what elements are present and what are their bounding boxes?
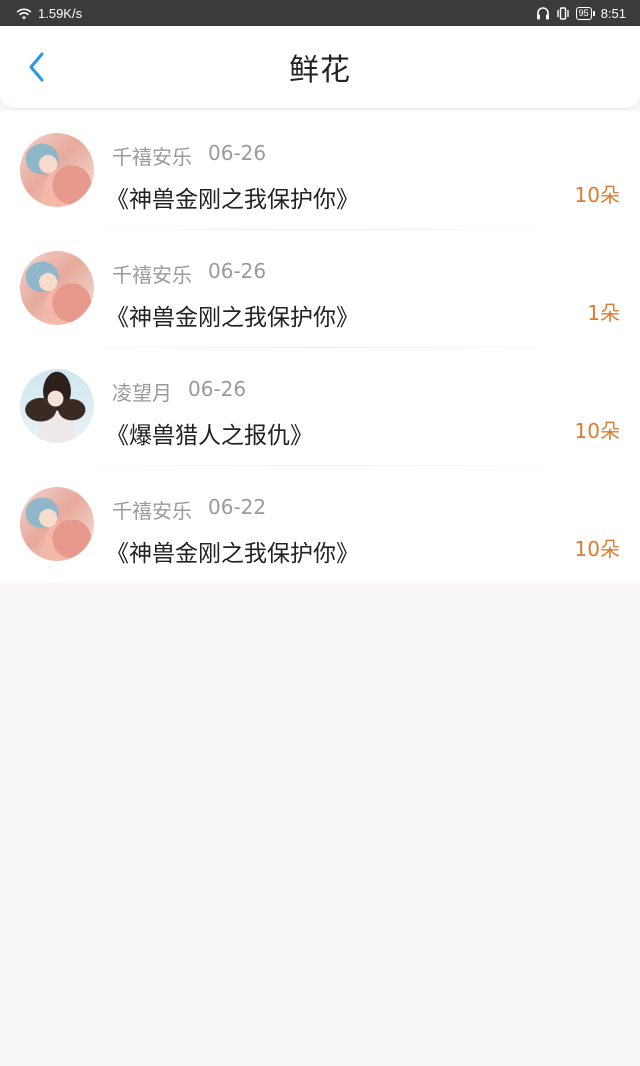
username: 千禧安乐 [112, 145, 192, 169]
book-title: 《神兽金刚之我保护你》 [106, 305, 359, 331]
chevron-left-icon [29, 52, 44, 82]
wifi-icon [16, 7, 32, 20]
item-body: 千禧安乐 06-22 《神兽金刚之我保护你》 10朵 [106, 465, 620, 583]
battery-cap [592, 10, 595, 16]
list-item[interactable]: 千禧安乐 06-26 《神兽金刚之我保护你》 10朵 [0, 111, 640, 229]
header: 鲜花 [0, 26, 640, 108]
battery-icon: 95 [575, 6, 595, 20]
back-button[interactable] [22, 47, 52, 87]
flower-count: 1朵 [587, 301, 620, 325]
item-meta: 凌望月 06-26 [112, 377, 620, 406]
status-left: 1.59K/s [16, 6, 82, 21]
item-body: 千禧安乐 06-26 《神兽金刚之我保护你》 10朵 [106, 111, 620, 229]
list-item[interactable]: 千禧安乐 06-22 《神兽金刚之我保护你》 10朵 [0, 465, 640, 583]
item-body: 凌望月 06-26 《爆兽猎人之报仇》 10朵 [106, 347, 620, 465]
flower-list: 千禧安乐 06-26 《神兽金刚之我保护你》 10朵 千禧安乐 06-26 《神… [0, 111, 640, 583]
list-item[interactable]: 凌望月 06-26 《爆兽猎人之报仇》 10朵 [0, 347, 640, 465]
flower-count: 10朵 [574, 183, 620, 207]
book-title: 《神兽金刚之我保护你》 [106, 541, 359, 567]
flower-count: 10朵 [574, 419, 620, 443]
username: 凌望月 [112, 381, 172, 405]
status-right: 95 8:51 [536, 6, 626, 21]
item-meta: 千禧安乐 06-26 [112, 141, 620, 170]
date: 06-22 [208, 495, 267, 519]
avatar[interactable] [20, 251, 94, 325]
vibrate-icon [556, 6, 570, 20]
item-meta: 千禧安乐 06-22 [112, 495, 620, 524]
username: 千禧安乐 [112, 499, 192, 523]
battery-level: 95 [575, 6, 592, 20]
username: 千禧安乐 [112, 263, 192, 287]
date: 06-26 [188, 377, 247, 401]
flower-count: 10朵 [574, 537, 620, 561]
headphones-icon [536, 6, 550, 20]
net-speed: 1.59K/s [38, 5, 83, 21]
avatar[interactable] [20, 133, 94, 207]
status-bar: 1.59K/s 95 8:51 [0, 0, 640, 26]
book-title: 《爆兽猎人之报仇》 [106, 423, 313, 449]
item-meta: 千禧安乐 06-26 [112, 259, 620, 288]
item-body: 千禧安乐 06-26 《神兽金刚之我保护你》 1朵 [106, 229, 620, 347]
date: 06-26 [208, 259, 267, 283]
page-title: 鲜花 [289, 53, 351, 88]
list-item[interactable]: 千禧安乐 06-26 《神兽金刚之我保护你》 1朵 [0, 229, 640, 347]
date: 06-26 [208, 141, 267, 165]
avatar[interactable] [20, 369, 94, 443]
avatar[interactable] [20, 487, 94, 561]
clock: 8:51 [600, 5, 626, 21]
book-title: 《神兽金刚之我保护你》 [106, 187, 359, 213]
